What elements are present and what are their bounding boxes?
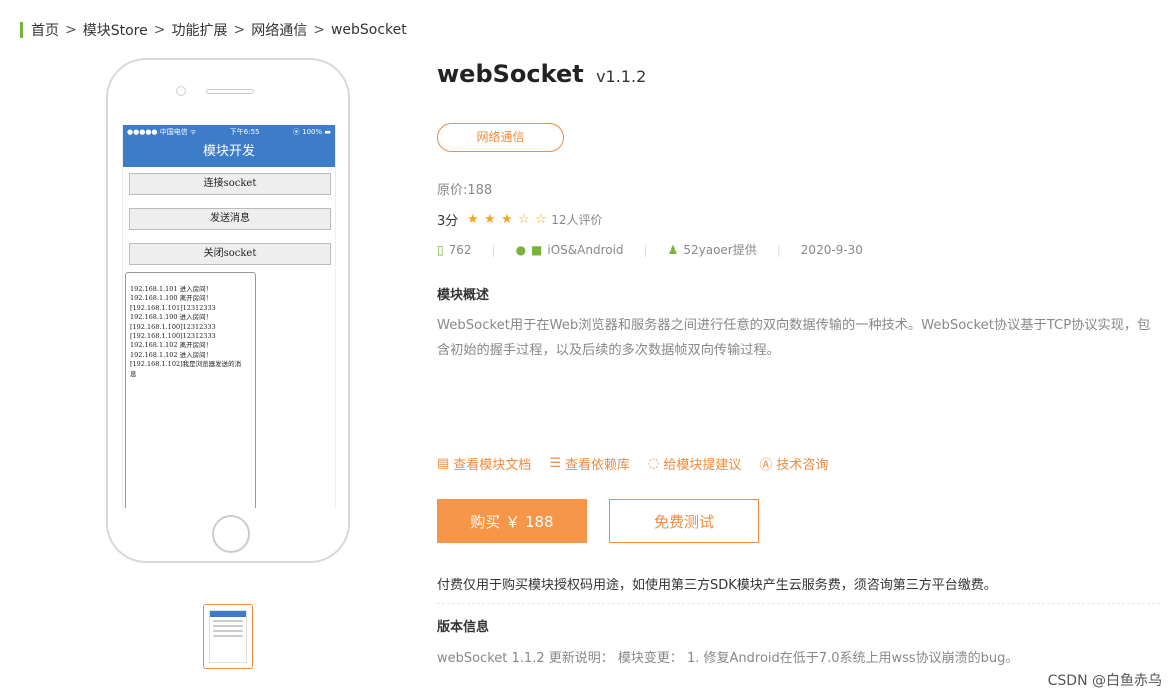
list-icon: ☰ (549, 456, 561, 471)
log-line: 192.168.1.102 离开房间！ (130, 341, 213, 350)
module-links: ▤ 查看模块文档 ☰ 查看依赖库 ◌ 给模块提建议 Ⓐ 技术咨询 (437, 454, 846, 473)
log-line: 192.168.1.100 进入房间！ (130, 313, 213, 322)
overview-text: WebSocket用于在Web浏览器和服务器之间进行任意的双向数据传输的一种技术… (437, 318, 1151, 358)
phone-home-button-icon (212, 515, 250, 553)
breadcrumb-accent-bar (20, 22, 23, 38)
screenshot-thumbnail[interactable] (203, 604, 253, 669)
thumbnail-row (213, 625, 243, 627)
android-icon: ■ (531, 242, 543, 257)
status-time: 下午6:55 (229, 128, 260, 136)
log-line: 192.168.1.100 离开房间！ (130, 294, 213, 303)
message-log: 192.168.1.101 进入房间！ 192.168.1.100 离开房间！ … (125, 272, 256, 508)
watermark: CSDN @白鱼赤乌 (1047, 673, 1162, 689)
log-line: 息 (130, 369, 137, 378)
breadcrumb-separator: > (65, 22, 77, 38)
thumbnail-image (209, 610, 247, 663)
document-icon: ▤ (437, 456, 450, 471)
view-docs-label: 查看模块文档 (453, 458, 532, 473)
version-info-heading: 版本信息 (437, 620, 490, 635)
status-battery: ⦿ 100% ▬ (292, 128, 331, 136)
download-count: 762 (448, 242, 472, 257)
buy-button[interactable]: 购买 ￥ 188 (437, 499, 587, 543)
thumbnail-row (213, 620, 243, 622)
product-meta: ▯ 762 | ● ■ iOS&Android | ♟ 52yaoer提供 | … (437, 241, 863, 258)
star-empty-icon: ☆ (517, 212, 530, 227)
star-empty-icon: ☆ (534, 212, 547, 227)
breadcrumb: 首页 > 模块Store > 功能扩展 > 网络通信 > webSocket (20, 20, 407, 40)
close-socket-button: 关闭socket (129, 243, 331, 265)
free-trial-button[interactable]: 免费测试 (609, 499, 759, 543)
phone-icon: ▯ (437, 242, 444, 257)
breadcrumb-current: webSocket (330, 22, 407, 38)
user-icon: ♟ (667, 242, 679, 257)
breadcrumb-subcategory-link[interactable]: 网络通信 (251, 20, 307, 40)
original-price: 原价:188 (437, 183, 493, 198)
meta-divider: | (643, 242, 648, 257)
suggest-label: 给模块提建议 (663, 458, 742, 473)
overview-heading: 模块概述 (437, 288, 490, 303)
connect-socket-button: 连接socket (129, 173, 331, 195)
suggest-link[interactable]: ◌ 给模块提建议 (648, 454, 741, 473)
phone-nav-title: 模块开发 (123, 139, 335, 167)
phone-status-bar: ●●●●● 中国电信 ᯤ 下午6:55 ⦿ 100% ▬ (123, 125, 335, 139)
thumbnail-row (213, 630, 243, 632)
log-line: [192.168.1.102]我是浏览器发送的消 (130, 360, 242, 369)
rating-score: 3分 (437, 214, 459, 229)
consult-link[interactable]: Ⓐ 技术咨询 (759, 454, 828, 473)
log-line: [192.168.1.101]12312333 (130, 303, 216, 312)
phone-preview: ●●●●● 中国电信 ᯤ 下午6:55 ⦿ 100% ▬ 模块开发 连接sock… (106, 58, 350, 563)
divider (437, 603, 1160, 604)
breadcrumb-separator: > (153, 22, 166, 38)
rating-stars: ★ ★ ★ ☆ ☆ (464, 212, 549, 227)
category-tag[interactable]: 网络通信 (437, 123, 564, 152)
product-name: webSocket (437, 60, 584, 88)
phone-camera-icon (176, 86, 186, 96)
thumbnail-row (213, 635, 243, 637)
product-version: v1.1.2 (596, 67, 647, 86)
meta-divider: | (491, 242, 496, 257)
view-docs-link[interactable]: ▤ 查看模块文档 (437, 454, 531, 473)
breadcrumb-store-link[interactable]: 模块Store (83, 20, 148, 40)
publish-date: 2020-9-30 (800, 242, 863, 257)
thumbnail-header (210, 611, 246, 617)
breadcrumb-category-link[interactable]: 功能扩展 (171, 20, 227, 40)
log-line: 192.168.1.102 进入房间！ (130, 350, 213, 359)
phone-screen: ●●●●● 中国电信 ᯤ 下午6:55 ⦿ 100% ▬ 模块开发 连接sock… (122, 125, 336, 508)
consult-label: 技术咨询 (776, 458, 829, 473)
platform: iOS&Android (547, 242, 624, 257)
apple-icon: ● (515, 242, 527, 257)
view-deps-link[interactable]: ☰ 查看依赖库 (549, 454, 630, 473)
breadcrumb-separator: > (313, 22, 325, 38)
breadcrumb-separator: > (233, 22, 246, 38)
meta-divider: | (776, 242, 781, 257)
view-deps-label: 查看依赖库 (564, 458, 630, 473)
star-filled-icon: ★ (483, 212, 496, 227)
star-filled-icon: ★ (500, 212, 513, 227)
review-count: 12人评价 (551, 213, 603, 227)
send-message-button: 发送消息 (129, 208, 331, 230)
star-filled-icon: ★ (466, 212, 479, 227)
rating: 3分 ★ ★ ★ ☆ ☆ 12人评价 (437, 210, 603, 229)
provider: 52yaoer提供 (683, 243, 757, 257)
status-carrier: ●●●●● 中国电信 ᯤ (127, 128, 197, 136)
comment-icon: ◌ (647, 456, 660, 471)
phone-speaker-icon (206, 89, 254, 94)
breadcrumb-home-link[interactable]: 首页 (31, 20, 59, 40)
product-title: webSocket v1.1.2 (437, 60, 646, 88)
consult-icon: Ⓐ (759, 458, 773, 473)
version-info-text: webSocket 1.1.2 更新说明： 模块变更： 1. 修复Android… (437, 651, 1019, 666)
log-line: [192.168.1.100]12312333 (130, 322, 216, 331)
log-line: 192.168.1.101 进入房间！ (130, 285, 213, 293)
payment-notice: 付费仅用于购买模块授权码用途，如使用第三方SDK模块产生云服务费，须咨询第三方平… (437, 578, 997, 593)
